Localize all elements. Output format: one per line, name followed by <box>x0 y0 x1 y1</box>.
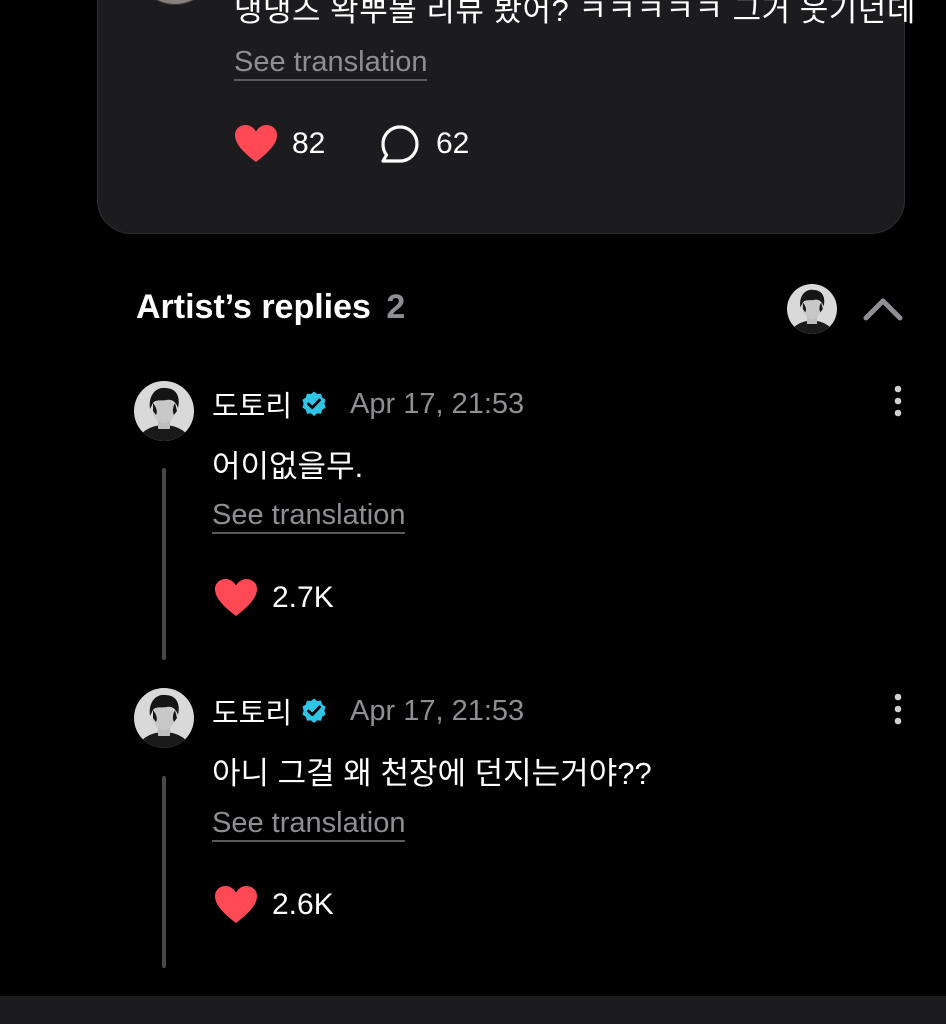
reply-header: 도토리 Apr 17, 21:53 <box>212 690 524 732</box>
reply-author-avatar[interactable] <box>134 381 194 441</box>
reply-like-button[interactable]: 2.7K <box>214 578 334 618</box>
post-like-button[interactable]: 82 <box>234 124 325 164</box>
artist-replies-heading: Artist’s replies 2 <box>136 288 405 327</box>
post-like-count: 82 <box>292 127 326 160</box>
reply-like-button[interactable]: 2.6K <box>214 885 334 925</box>
heart-icon <box>234 124 278 164</box>
chevron-up-icon[interactable] <box>862 292 904 324</box>
reply-author-name[interactable]: 도토리 <box>212 383 292 425</box>
post-card[interactable]: 댕댕즈 왁뿌볼 리뷰 봤어? ㅋㅋㅋㅋㅋ 그거 웃기던데 See transla… <box>97 0 915 234</box>
thread-line <box>162 776 166 968</box>
post-author-avatar[interactable] <box>135 0 215 5</box>
reply-timestamp: Apr 17, 21:53 <box>350 387 525 420</box>
post-comment-button[interactable]: 62 <box>380 124 469 164</box>
reply-like-count: 2.7K <box>272 581 334 614</box>
reply-timestamp: Apr 17, 21:53 <box>350 694 525 727</box>
reply-text: 어이없을무. <box>212 449 364 484</box>
post-see-translation-link[interactable]: See translation <box>234 47 428 82</box>
verified-badge-icon <box>302 391 326 416</box>
reply-see-translation-link[interactable]: See translation <box>212 500 406 535</box>
bottom-bar <box>0 996 946 1024</box>
post-comment-count: 62 <box>436 127 470 160</box>
reply-author-name[interactable]: 도토리 <box>212 690 292 732</box>
vertical-dots-icon[interactable] <box>890 692 906 726</box>
artist-avatar[interactable] <box>787 284 837 334</box>
reply-author-avatar[interactable] <box>134 688 194 748</box>
artist-replies-title: Artist’s replies <box>136 288 371 326</box>
speech-bubble-icon <box>381 125 419 163</box>
post-text: 댕댕즈 왁뿌볼 리뷰 봤어? ㅋㅋㅋㅋㅋ 그거 웃기던데 <box>234 0 916 28</box>
reply-see-translation-link[interactable]: See translation <box>212 808 406 843</box>
thread-line <box>162 468 166 660</box>
artist-replies-count: 2 <box>386 288 406 326</box>
verified-badge-icon <box>302 698 326 723</box>
reply-text: 아니 그걸 왜 천장에 던지는거야?? <box>212 756 652 791</box>
vertical-dots-icon[interactable] <box>890 384 906 418</box>
heart-icon <box>214 578 258 618</box>
reply-like-count: 2.6K <box>272 888 334 921</box>
reply-header: 도토리 Apr 17, 21:53 <box>212 383 524 425</box>
heart-icon <box>214 885 258 925</box>
